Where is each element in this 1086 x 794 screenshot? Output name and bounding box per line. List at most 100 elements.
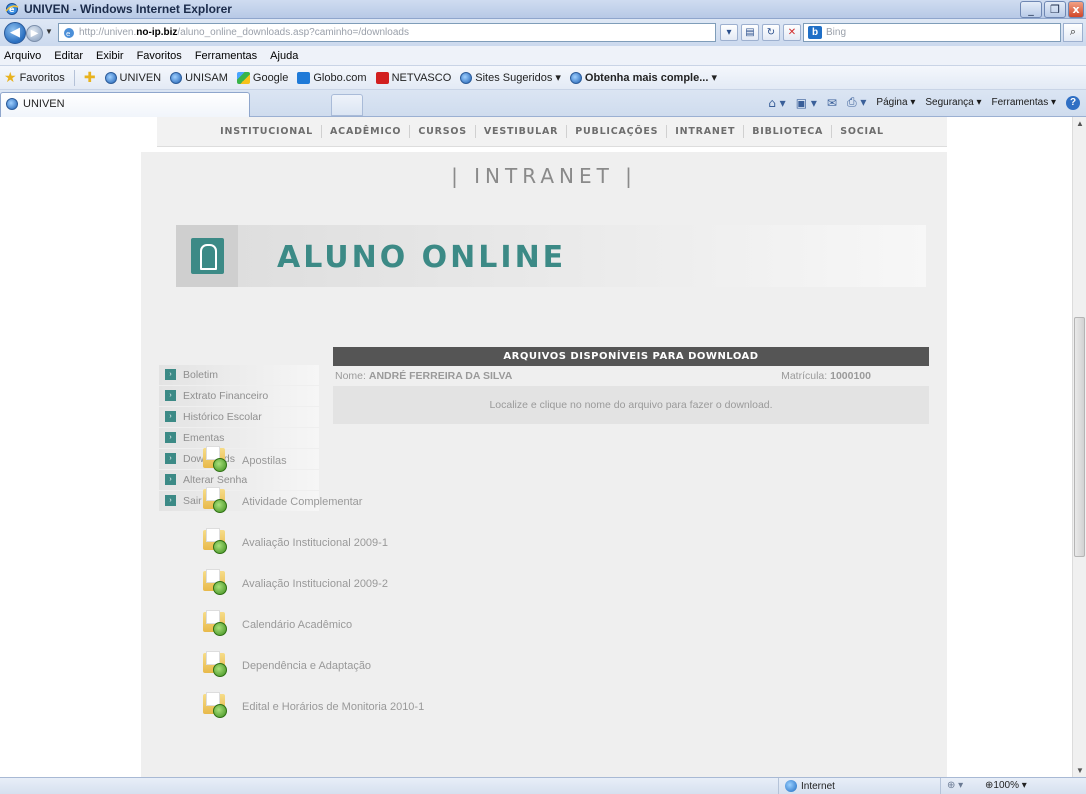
- file-calendario-academico[interactable]: Calendário Acadêmico: [203, 604, 703, 645]
- fav-label: Google: [252, 71, 289, 84]
- sidebar-item-historico-escolar[interactable]: › Histórico Escolar: [159, 407, 319, 427]
- scrollbar-thumb[interactable]: [1074, 317, 1085, 557]
- arrow-bullet-icon: ›: [165, 369, 176, 380]
- tools-menu[interactable]: Ferramentas ▾: [992, 97, 1056, 108]
- scroll-up-icon[interactable]: ▲: [1076, 119, 1084, 128]
- file-label: Atividade Complementar: [242, 495, 363, 508]
- svg-text:e: e: [66, 30, 70, 38]
- nav-publicacoes[interactable]: PUBLICAÇÕES: [567, 125, 668, 138]
- url-input[interactable]: e http://univen.no-ip.biz/aluno_online_d…: [58, 23, 716, 42]
- fav-sites-sugeridos[interactable]: Sites Sugeridos ▾: [460, 71, 561, 84]
- home-icon[interactable]: ⌂ ▾: [768, 96, 785, 110]
- file-atividade-complementar[interactable]: Atividade Complementar: [203, 481, 703, 522]
- favorites-bar: ★ Favoritos ✚ UNIVEN UNISAM Google Globo…: [0, 66, 1086, 90]
- nav-institucional[interactable]: INSTITUCIONAL: [212, 125, 323, 138]
- help-icon[interactable]: ?: [1066, 95, 1080, 110]
- fav-label: UNIVEN: [119, 71, 162, 84]
- fav-netvasco[interactable]: NETVASCO: [375, 71, 451, 84]
- menu-arquivo[interactable]: Arquivo: [4, 50, 41, 62]
- menu-exibir[interactable]: Exibir: [96, 50, 124, 62]
- fav-univen[interactable]: UNIVEN: [104, 71, 162, 84]
- arrow-bullet-icon: ›: [165, 390, 176, 401]
- url-prefix: http://univen.: [79, 27, 137, 38]
- menu-editar[interactable]: Editar: [54, 50, 83, 62]
- download-hint: Localize e clique no nome do arquivo par…: [333, 386, 929, 424]
- fav-obtenha[interactable]: Obtenha mais comple... ▾: [569, 71, 717, 84]
- compatibility-view-icon[interactable]: ▤: [741, 24, 759, 41]
- sidebar-item-label: Sair: [183, 495, 202, 507]
- security-zone[interactable]: Internet: [785, 780, 835, 792]
- window-controls: _ ❐ x: [1020, 1, 1084, 18]
- search-icon[interactable]: ⌕: [1063, 23, 1083, 42]
- google-icon: [236, 71, 250, 84]
- nav-social[interactable]: SOCIAL: [832, 125, 892, 138]
- file-avaliacao-2009-1[interactable]: Avaliação Institucional 2009-1: [203, 522, 703, 563]
- ie-page-icon: [104, 71, 117, 84]
- menu-ajuda[interactable]: Ajuda: [270, 50, 298, 62]
- new-tab-button[interactable]: [331, 94, 363, 116]
- folder-download-icon: [203, 610, 227, 636]
- file-label: Apostilas: [242, 454, 287, 467]
- fav-unisam[interactable]: UNISAM: [170, 71, 228, 84]
- safety-menu[interactable]: Segurança ▾: [925, 97, 981, 108]
- stop-icon[interactable]: ✕: [783, 24, 801, 41]
- feeds-icon[interactable]: ▣ ▾: [796, 96, 817, 110]
- sidebar-item-extrato-financeiro[interactable]: › Extrato Financeiro: [159, 386, 319, 406]
- arrow-bullet-icon: ›: [165, 453, 176, 464]
- print-icon[interactable]: ⎙ ▾: [847, 95, 866, 110]
- window-titlebar: e UNIVEN - Windows Internet Explorer _ ❐…: [0, 0, 1086, 19]
- nav-vestibular[interactable]: VESTIBULAR: [476, 125, 568, 138]
- tab-univen[interactable]: UNIVEN: [0, 92, 250, 117]
- nav-biblioteca[interactable]: BIBLIOTECA: [744, 125, 833, 138]
- nav-academico[interactable]: ACADÊMICO: [322, 125, 411, 138]
- recent-pages-dropdown-icon[interactable]: ▼: [45, 27, 53, 36]
- page-viewport: INSTITUCIONAL ACADÊMICO CURSOS VESTIBULA…: [0, 117, 1072, 777]
- arrow-bullet-icon: ›: [165, 411, 176, 422]
- forward-button[interactable]: ▶: [26, 25, 43, 42]
- status-divider: [778, 778, 779, 794]
- globe-icon: [785, 780, 797, 792]
- vertical-scrollbar[interactable]: ▲ ▼: [1072, 117, 1086, 777]
- back-button[interactable]: ◀: [4, 22, 26, 44]
- bing-logo-icon: b: [808, 26, 822, 39]
- search-input[interactable]: b Bing: [803, 23, 1061, 42]
- zoom-level[interactable]: ⊕100% ▾: [985, 780, 1027, 791]
- fav-label: Globo.com: [313, 71, 367, 84]
- restore-button[interactable]: ❐: [1044, 1, 1066, 18]
- site-navigation: INSTITUCIONAL ACADÊMICO CURSOS VESTIBULA…: [157, 117, 947, 147]
- tab-title: UNIVEN: [23, 98, 65, 110]
- fav-google[interactable]: Google: [236, 71, 289, 84]
- fav-label: Sites Sugeridos ▾: [475, 72, 561, 84]
- mail-icon[interactable]: ✉: [827, 96, 837, 110]
- address-dropdown-icon[interactable]: ▾: [720, 24, 738, 41]
- nav-cursos[interactable]: CURSOS: [410, 125, 476, 138]
- fav-globo[interactable]: Globo.com: [297, 71, 367, 84]
- minimize-button[interactable]: _: [1020, 1, 1042, 18]
- command-bar: ⌂ ▾ ▣ ▾ ✉ ⎙ ▾ Página ▾ Segurança ▾ Ferra…: [768, 95, 1080, 110]
- folder-download-icon: [203, 692, 227, 718]
- menu-favoritos[interactable]: Favoritos: [137, 50, 182, 62]
- scroll-down-icon[interactable]: ▼: [1076, 766, 1084, 775]
- folder-download-icon: [203, 651, 227, 677]
- svg-text:e: e: [9, 5, 15, 14]
- refresh-icon[interactable]: ↻: [762, 24, 780, 41]
- file-avaliacao-2009-2[interactable]: Avaliação Institucional 2009-2: [203, 563, 703, 604]
- menu-ferramentas[interactable]: Ferramentas: [195, 50, 257, 62]
- tab-bar: UNIVEN ⌂ ▾ ▣ ▾ ✉ ⎙ ▾ Página ▾ Segurança …: [0, 90, 1086, 117]
- arrow-bullet-icon: ›: [165, 432, 176, 443]
- aluno-online-logo-icon: [176, 225, 238, 287]
- arrow-bullet-icon: ›: [165, 495, 176, 506]
- separator: [73, 69, 75, 86]
- file-dependencia-adaptacao[interactable]: Dependência e Adaptação: [203, 645, 703, 686]
- protected-mode-icon[interactable]: ⊕ ▾: [947, 780, 963, 791]
- close-button[interactable]: x: [1068, 1, 1084, 18]
- folder-download-icon: [203, 487, 227, 513]
- favorites-button[interactable]: ★ Favoritos: [4, 70, 65, 86]
- nav-intranet[interactable]: INTRANET: [667, 125, 745, 138]
- sidebar-item-boletim[interactable]: › Boletim: [159, 365, 319, 385]
- url-host: no-ip.biz: [136, 27, 178, 38]
- file-edital-monitoria[interactable]: Edital e Horários de Monitoria 2010-1: [203, 686, 703, 727]
- page-menu[interactable]: Página ▾: [876, 97, 915, 108]
- add-favorite-icon[interactable]: ✚: [84, 70, 96, 86]
- file-apostilas[interactable]: Apostilas: [203, 440, 703, 481]
